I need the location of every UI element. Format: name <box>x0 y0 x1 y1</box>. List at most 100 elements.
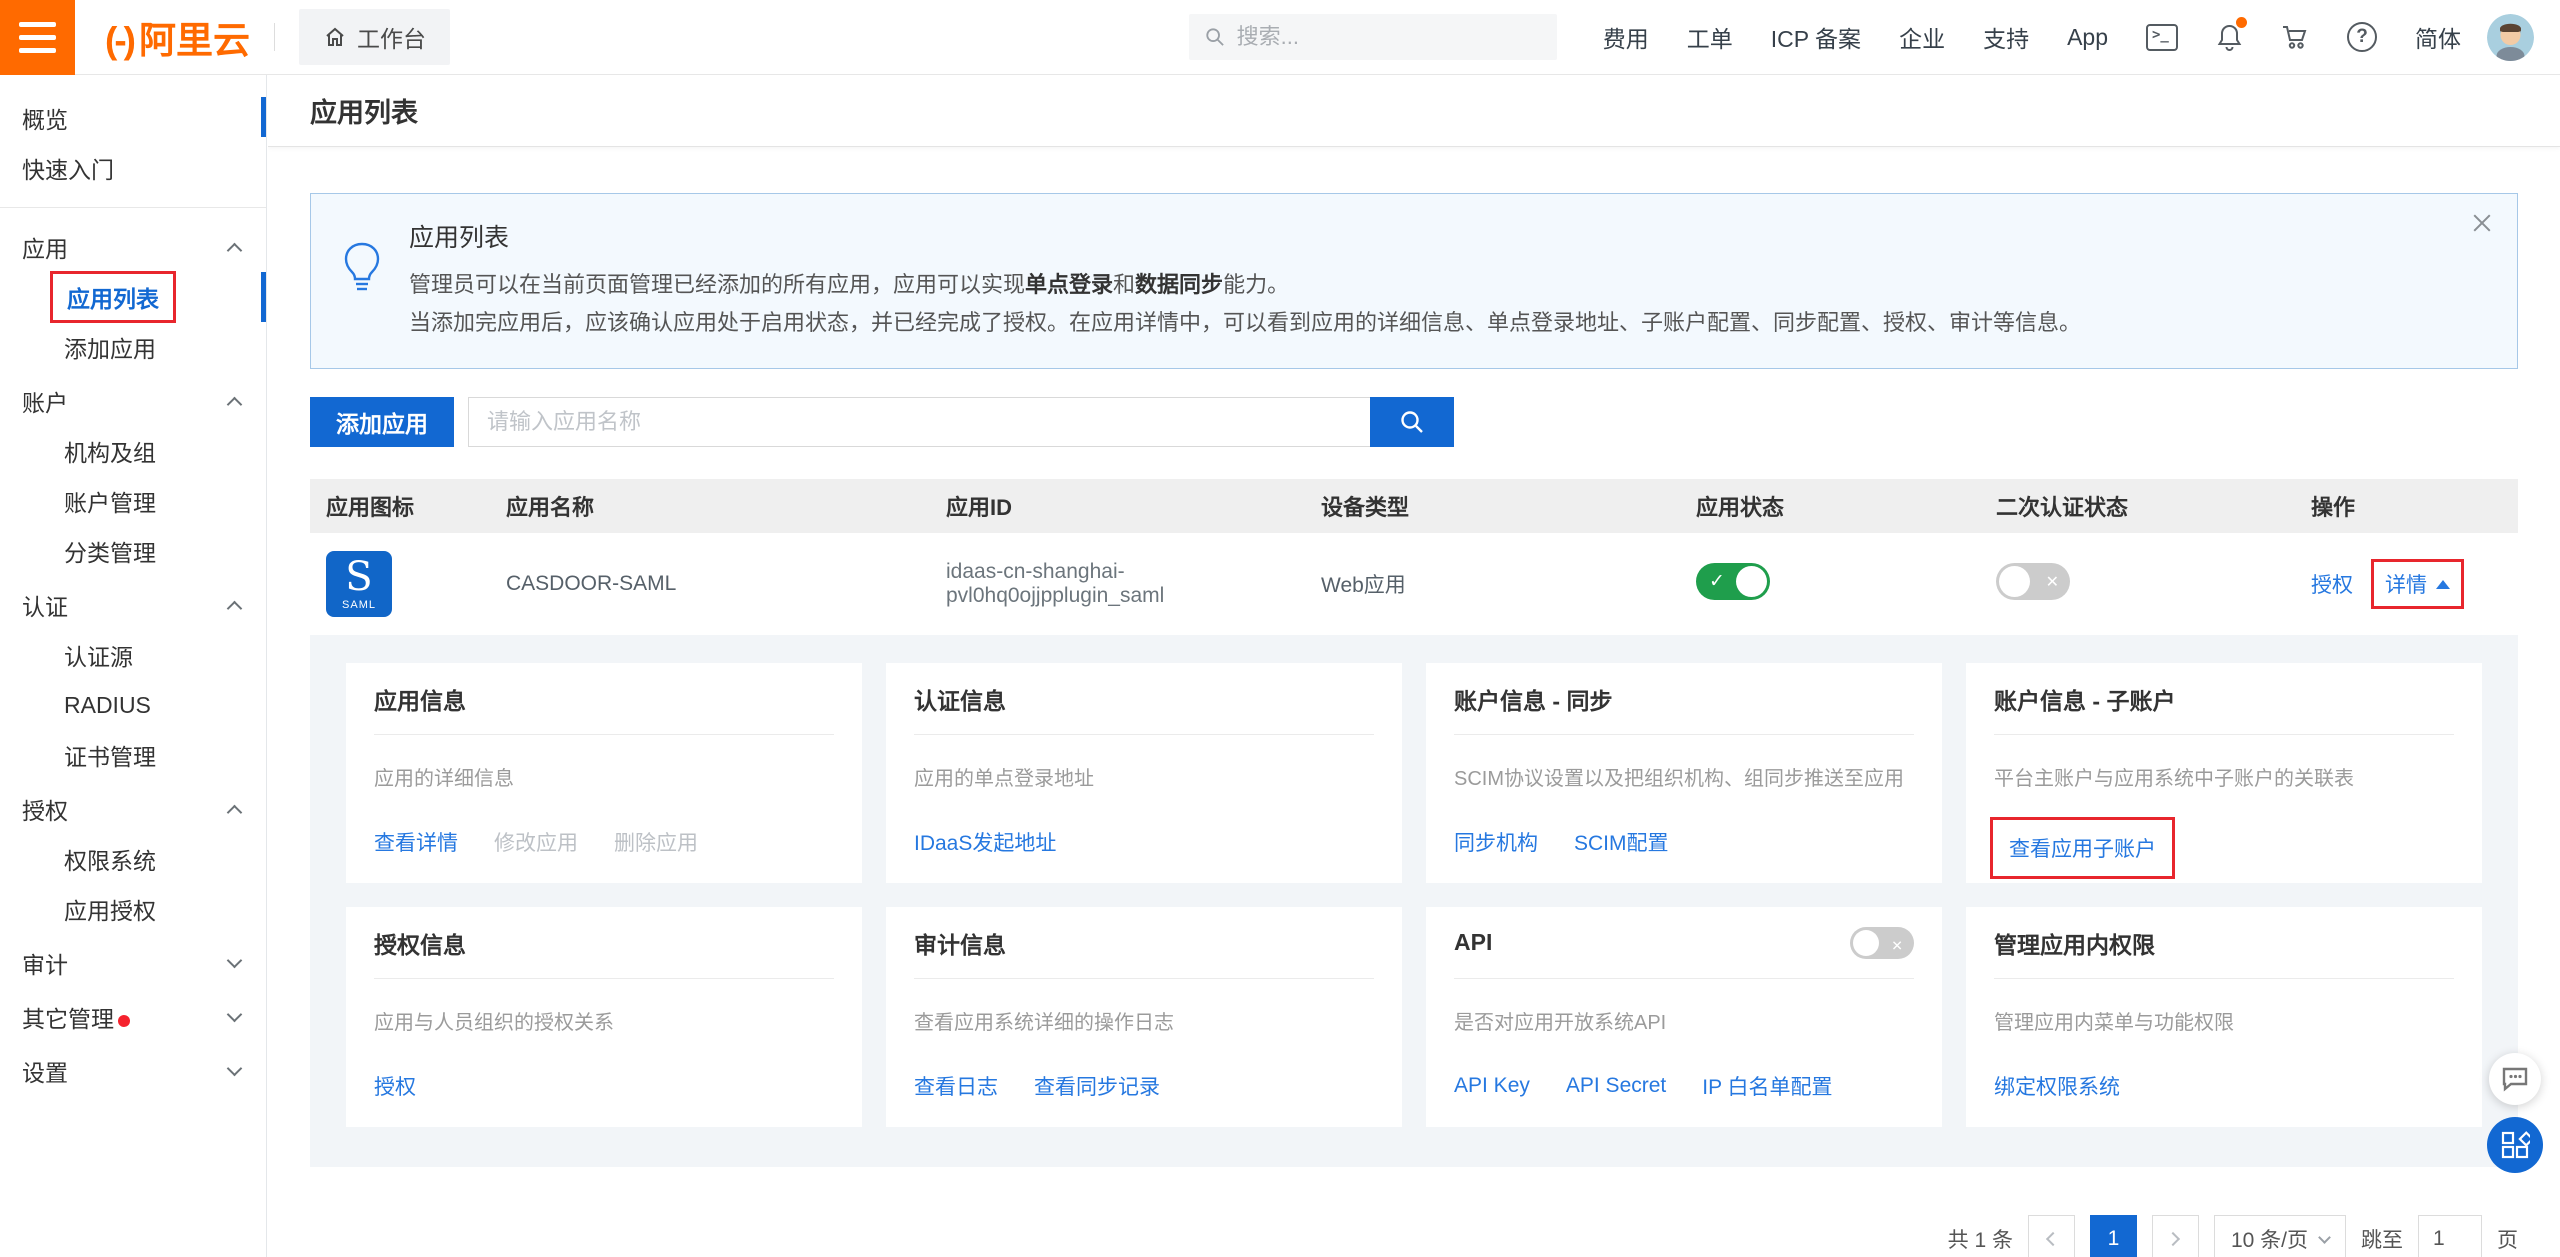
global-search-input[interactable] <box>1237 24 1541 50</box>
global-search[interactable] <box>1189 14 1557 60</box>
sidebar-group-authentication[interactable]: 认证 <box>0 580 266 630</box>
search-icon <box>1205 26 1225 48</box>
sidebar-group-settings[interactable]: 设置 <box>0 1046 266 1096</box>
group-label: 授权 <box>22 792 68 826</box>
api-toggle[interactable] <box>1850 927 1914 959</box>
sidebar-item-permission-system[interactable]: 权限系统 <box>0 834 266 884</box>
sidebar-group-authorization[interactable]: 授权 <box>0 784 266 834</box>
card-title: API <box>1454 929 1492 956</box>
app-search-input[interactable] <box>468 397 1370 447</box>
view-sub-accounts-link[interactable]: 查看应用子账户 <box>2009 833 2156 863</box>
card-desc: 应用的单点登录地址 <box>914 762 1374 791</box>
active-indicator <box>261 272 266 322</box>
sidebar-item-overview[interactable]: 概览 <box>0 93 266 143</box>
info-banner: 应用列表 管理员可以在当前页面管理已经添加的所有应用，应用可以实现单点登录和数据… <box>310 193 2518 369</box>
search-icon <box>1399 409 1425 435</box>
sidebar-item-quickstart[interactable]: 快速入门 <box>0 143 266 193</box>
col-app-status: 应用状态 <box>1696 490 1996 522</box>
nav-support[interactable]: 支持 <box>1983 20 2029 54</box>
ip-whitelist-link[interactable]: IP 白名单配置 <box>1702 1071 1832 1101</box>
apps-grid-button[interactable] <box>2487 1117 2543 1173</box>
api-key-link[interactable]: API Key <box>1454 1074 1530 1098</box>
feedback-chat-button[interactable] <box>2489 1053 2541 1105</box>
chat-icon <box>2501 1066 2529 1092</box>
avatar[interactable] <box>2487 14 2534 61</box>
nav-tickets[interactable]: 工单 <box>1687 20 1733 54</box>
chevron-up-icon <box>227 397 243 413</box>
sidebar-group-other-mgmt[interactable]: 其它管理 <box>0 992 266 1042</box>
sidebar-group-accounts[interactable]: 账户 <box>0 376 266 426</box>
chevron-down-icon <box>2318 1231 2331 1244</box>
app-name: CASDOOR-SAML <box>506 572 946 596</box>
sidebar-item-org-groups[interactable]: 机构及组 <box>0 426 266 476</box>
card-api: API 是否对应用开放系统API API Key API Secret IP 白… <box>1426 907 1942 1127</box>
sidebar-divider <box>0 207 266 208</box>
menu-icon[interactable] <box>0 0 75 75</box>
toolbar: 添加应用 <box>310 397 2518 447</box>
prev-page-button[interactable] <box>2028 1215 2075 1257</box>
scim-config-link[interactable]: SCIM配置 <box>1574 827 1669 857</box>
check-icon <box>1709 569 1725 593</box>
sidebar-item-label: 应用列表 <box>67 280 159 314</box>
nav-enterprise[interactable]: 企业 <box>1899 20 1945 54</box>
app-status-toggle[interactable] <box>1696 563 1770 600</box>
card-in-app-permissions: 管理应用内权限 管理应用内菜单与功能权限 绑定权限系统 <box>1966 907 2482 1127</box>
page-size-select[interactable]: 10 条/页 <box>2214 1215 2346 1257</box>
sidebar-group-applications[interactable]: 应用 <box>0 222 266 272</box>
topbar: (-) 阿里云 工作台 费用 工单 ICP 备案 企业 支持 App 简体 <box>0 0 2560 75</box>
chevron-up-icon <box>227 805 243 821</box>
notification-dot <box>2236 17 2247 28</box>
sidebar-item-app-list[interactable]: 应用列表 <box>0 272 266 322</box>
next-page-button[interactable] <box>2152 1215 2199 1257</box>
view-details-link[interactable]: 查看详情 <box>374 827 458 857</box>
mfa-status-toggle[interactable] <box>1996 563 2070 600</box>
sidebar-item-category-mgmt[interactable]: 分类管理 <box>0 526 266 576</box>
app-id: idaas-cn-shanghai-pvl0hq0ojjpplugin_saml <box>946 560 1321 608</box>
nav-icp[interactable]: ICP 备案 <box>1771 20 1861 54</box>
page-number-button[interactable]: 1 <box>2090 1215 2137 1257</box>
sidebar-item-cert-mgmt[interactable]: 证书管理 <box>0 730 266 780</box>
nav-app[interactable]: App <box>2067 24 2108 51</box>
sidebar-item-app-authorization[interactable]: 应用授权 <box>0 884 266 934</box>
language-switch[interactable]: 简体 <box>2415 20 2461 54</box>
cart-icon[interactable] <box>2281 24 2309 51</box>
topbar-divider <box>274 23 275 51</box>
table-header-row: 应用图标 应用名称 应用ID 设备类型 应用状态 二次认证状态 操作 <box>310 479 2518 533</box>
card-desc: 查看应用系统详细的操作日志 <box>914 1006 1374 1035</box>
sidebar-item-radius[interactable]: RADIUS <box>0 680 266 730</box>
sidebar-group-audit[interactable]: 审计 <box>0 938 266 988</box>
details-link[interactable]: 详情 <box>2385 569 2427 599</box>
table-row: SSAML CASDOOR-SAML idaas-cn-shanghai-pvl… <box>310 533 2518 635</box>
workbench-button[interactable]: 工作台 <box>299 9 450 65</box>
sidebar-item-auth-sources[interactable]: 认证源 <box>0 630 266 680</box>
sync-org-link[interactable]: 同步机构 <box>1454 827 1538 857</box>
view-logs-link[interactable]: 查看日志 <box>914 1071 998 1101</box>
terminal-icon[interactable] <box>2146 24 2178 51</box>
add-app-button[interactable]: 添加应用 <box>310 397 454 447</box>
group-label: 其它管理 <box>22 1000 130 1034</box>
modify-app-link[interactable]: 修改应用 <box>494 827 578 857</box>
pagination: 共 1 条 1 10 条/页 跳至 页 <box>310 1215 2518 1257</box>
help-icon[interactable] <box>2347 22 2377 52</box>
authorize-link[interactable]: 授权 <box>2311 569 2353 599</box>
authorize-card-link[interactable]: 授权 <box>374 1071 416 1101</box>
app-detail-panel: 应用信息 应用的详细信息 查看详情 修改应用 删除应用 认证信息 应用的单点登录… <box>310 635 2518 1167</box>
delete-app-link[interactable]: 删除应用 <box>614 827 698 857</box>
nav-billing[interactable]: 费用 <box>1603 20 1649 54</box>
idaas-sso-url-link[interactable]: IDaaS发起地址 <box>914 827 1056 857</box>
view-sync-records-link[interactable]: 查看同步记录 <box>1034 1071 1160 1101</box>
alibaba-cloud-logo[interactable]: (-) 阿里云 <box>105 10 250 64</box>
bell-icon[interactable] <box>2216 23 2243 52</box>
sidebar-item-account-mgmt[interactable]: 账户管理 <box>0 476 266 526</box>
jump-page-input[interactable] <box>2418 1215 2482 1257</box>
api-secret-link[interactable]: API Secret <box>1566 1074 1666 1098</box>
card-desc: SCIM协议设置以及把组织机构、组同步推送至应用 <box>1454 762 1914 791</box>
chevron-down-icon <box>227 1007 243 1023</box>
sidebar-item-add-app[interactable]: 添加应用 <box>0 322 266 372</box>
search-button[interactable] <box>1370 397 1454 447</box>
card-desc: 平台主账户与应用系统中子账户的关联表 <box>1994 762 2454 791</box>
bind-permission-system-link[interactable]: 绑定权限系统 <box>1994 1071 2120 1101</box>
card-title: 审计信息 <box>914 926 1006 960</box>
topbar-nav: 费用 工单 ICP 备案 企业 支持 App 简体 <box>1603 20 2461 54</box>
close-icon[interactable] <box>2469 210 2495 236</box>
